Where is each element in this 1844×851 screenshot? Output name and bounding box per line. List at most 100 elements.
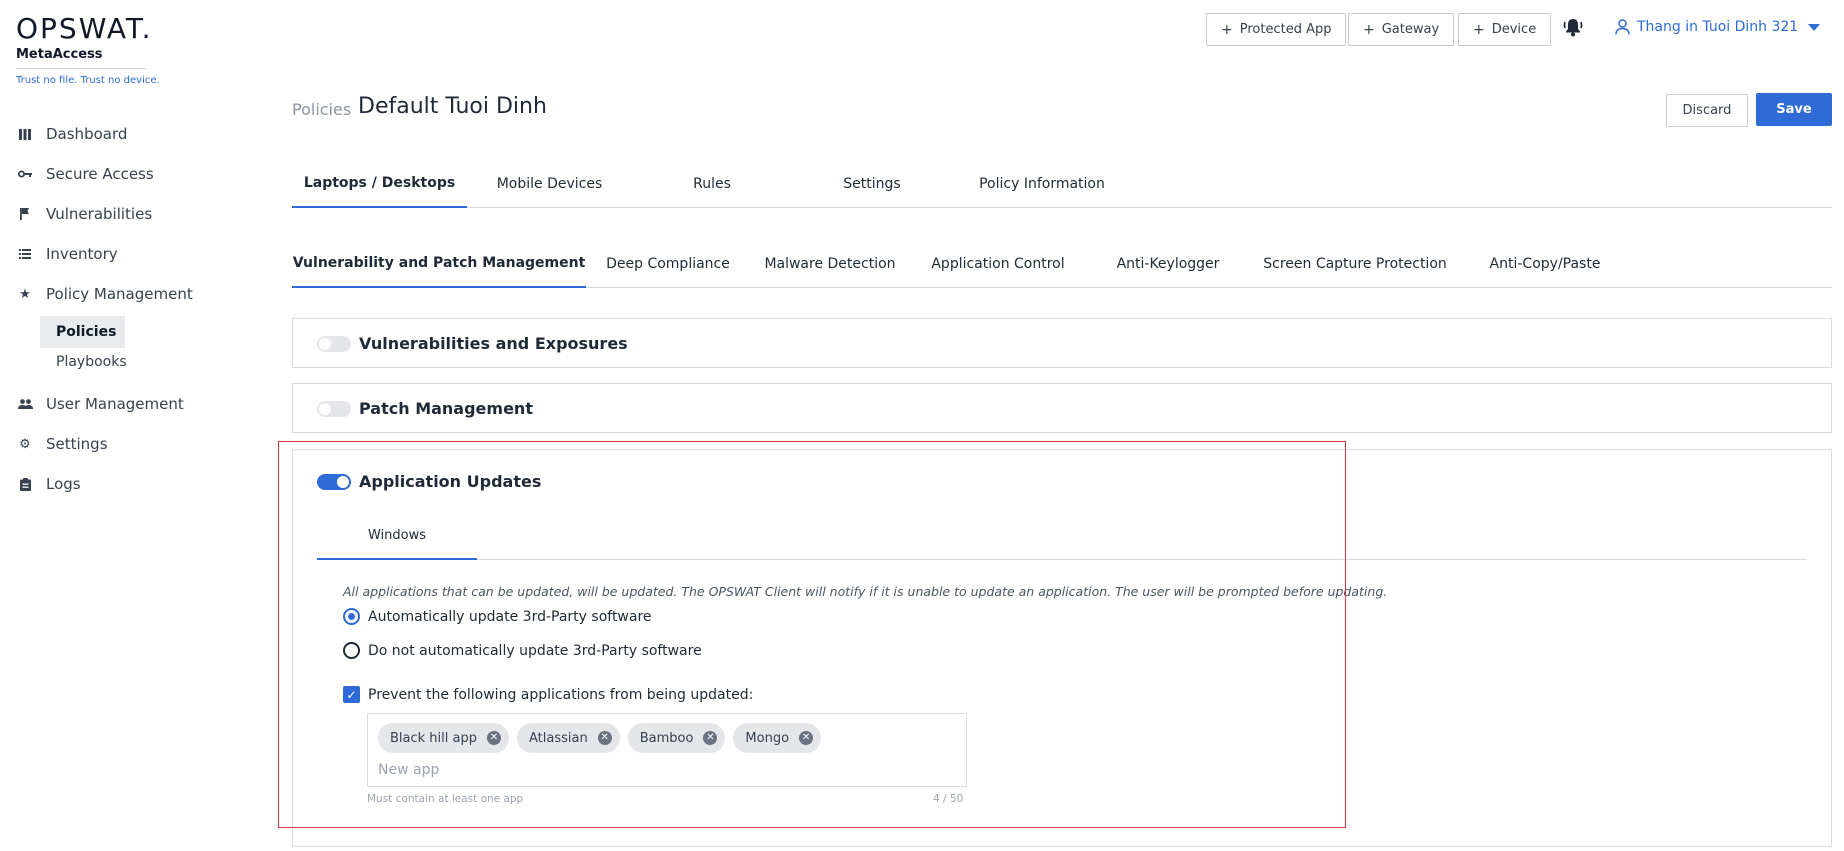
tab-mobile-devices[interactable]: Mobile Devices [467,160,632,208]
section-application-updates: Application Updates Windows All applicat… [292,449,1832,847]
chevron-down-icon [1808,23,1821,31]
chip-label: Black hill app [390,730,477,746]
sidebar-item-policy-management[interactable]: ★ Policy Management [0,274,250,314]
sidebar-item-settings[interactable]: ⚙ Settings [0,424,250,464]
vulnerabilities-toggle[interactable] [317,335,351,352]
sidebar: OPSWAT. MetaAccess Trust no file. Trust … [0,0,250,851]
app-chip: Bamboo ✕ [627,723,726,753]
add-gateway-button[interactable]: + Gateway [1348,13,1455,46]
tab-anti-copy-paste[interactable]: Anti-Copy/Paste [1460,240,1630,288]
checkmark-icon[interactable]: ✓ [343,686,360,703]
discard-button[interactable]: Discard [1666,94,1748,127]
logo-divider [16,68,146,69]
tab-screen-capture-protection[interactable]: Screen Capture Protection [1250,240,1460,288]
prevent-updates-checkbox-row[interactable]: ✓ Prevent the following applications fro… [343,686,753,703]
remove-chip-icon[interactable]: ✕ [703,731,718,745]
sidebar-item-label: Policy Management [46,285,193,303]
radio-button[interactable] [343,608,360,625]
sidebar-subitem-policies[interactable]: Policies [40,316,125,348]
sidebar-item-logs[interactable]: Logs [0,464,250,504]
application-updates-toggle[interactable] [317,473,351,490]
tab-application-control[interactable]: Application Control [910,240,1086,288]
sidebar-item-label: Secure Access [46,165,154,183]
section-title: Application Updates [359,472,542,491]
sidebar-item-label: Logs [46,475,81,493]
sidebar-item-vulnerabilities[interactable]: Vulnerabilities [0,194,250,234]
new-app-input[interactable]: New app [378,762,439,778]
add-protected-app-button[interactable]: + Protected App [1206,13,1347,46]
tab-policy-information[interactable]: Policy Information [952,160,1132,208]
sidebar-item-secure-access[interactable]: Secure Access [0,154,250,194]
section-title: Patch Management [359,399,533,418]
logo[interactable]: OPSWAT. MetaAccess Trust no file. Trust … [16,12,160,86]
brand-tagline: Trust no file. Trust no device. [16,75,160,86]
sidebar-item-label: Vulnerabilities [46,205,153,223]
brand-logo: OPSWAT. [16,12,153,45]
radio-button[interactable] [343,642,360,659]
grid-icon [16,128,34,140]
tab-windows[interactable]: Windows [317,512,477,560]
button-label: Device [1491,22,1537,37]
section-patch-management: Patch Management [292,383,1832,433]
notification-bell-icon[interactable] [1562,16,1584,42]
section-title: Vulnerabilities and Exposures [359,334,628,353]
button-label: Protected App [1239,22,1332,37]
checkbox-label: Prevent the following applications from … [368,686,754,703]
plus-icon: + [1363,21,1375,38]
remove-chip-icon[interactable]: ✕ [486,731,501,745]
users-icon [16,399,34,409]
chip-label: Atlassian [528,730,588,746]
tab-settings[interactable]: Settings [792,160,952,208]
app-chip: Mongo ✕ [733,723,822,753]
tab-rules[interactable]: Rules [632,160,792,208]
radio-no-auto-update[interactable]: Do not automatically update 3rd-Party so… [343,642,702,659]
patch-management-toggle[interactable] [317,400,351,417]
button-label: Gateway [1381,22,1440,37]
radio-auto-update[interactable]: Automatically update 3rd-Party software [343,608,652,625]
app-chip: Atlassian ✕ [516,723,620,753]
sidebar-item-user-management[interactable]: User Management [0,384,250,424]
radio-label: Do not automatically update 3rd-Party so… [368,642,702,659]
plus-icon: + [1221,21,1233,38]
sidebar-item-label: Dashboard [46,125,128,143]
star-icon: ★ [19,286,31,302]
sidebar-subitem-playbooks[interactable]: Playbooks [40,346,127,378]
radio-label: Automatically update 3rd-Party software [368,608,652,625]
feature-tabs: Vulnerability and Patch Management Deep … [292,240,1832,288]
tab-anti-keylogger[interactable]: Anti-Keylogger [1086,240,1250,288]
add-device-button[interactable]: + Device [1458,13,1552,46]
chip-label: Bamboo [639,730,694,746]
gear-icon: ⚙ [19,436,31,452]
breadcrumb[interactable]: Policies [292,100,351,119]
input-hint: Must contain at least one app [367,793,524,805]
chip-label: Mongo [745,730,790,746]
save-button[interactable]: Save [1756,93,1832,126]
sidebar-nav: Dashboard Secure Access Vulnerabilities … [0,114,250,504]
clipboard-icon [16,477,34,491]
key-icon [16,169,34,179]
sidebar-item-inventory[interactable]: Inventory [0,234,250,274]
page-title: Default Tuoi Dinh [358,94,547,119]
remove-chip-icon[interactable]: ✕ [597,731,612,745]
policy-submenu: Policies Playbooks [0,314,250,384]
app-chip: Black hill app ✕ [378,723,509,753]
tab-laptops-desktops[interactable]: Laptops / Desktops [292,160,467,208]
remove-chip-icon[interactable]: ✕ [799,731,814,745]
platform-tabs: Laptops / Desktops Mobile Devices Rules … [292,160,1832,208]
sidebar-item-dashboard[interactable]: Dashboard [0,114,250,154]
sidebar-item-label: Inventory [46,245,118,263]
os-tabs: Windows [317,512,1807,560]
sidebar-item-label: Settings [46,435,108,453]
section-header: Application Updates [317,472,541,491]
tab-malware-detection[interactable]: Malware Detection [750,240,910,288]
product-name: MetaAccess [16,47,103,62]
excluded-apps-input[interactable]: Black hill app ✕ Atlassian ✕ Bamboo ✕ Mo… [367,713,967,787]
input-counter: 4 / 50 [933,793,964,805]
tab-vulnerability-patch-management[interactable]: Vulnerability and Patch Management [292,240,586,288]
section-header: Vulnerabilities and Exposures [317,334,628,353]
user-menu[interactable]: Thang in Tuoi Dinh 321 [1615,19,1821,35]
list-icon [16,249,34,259]
tab-deep-compliance[interactable]: Deep Compliance [586,240,750,288]
section-vulnerabilities: Vulnerabilities and Exposures [292,318,1832,368]
user-label: Thang in Tuoi Dinh 321 [1637,19,1799,35]
